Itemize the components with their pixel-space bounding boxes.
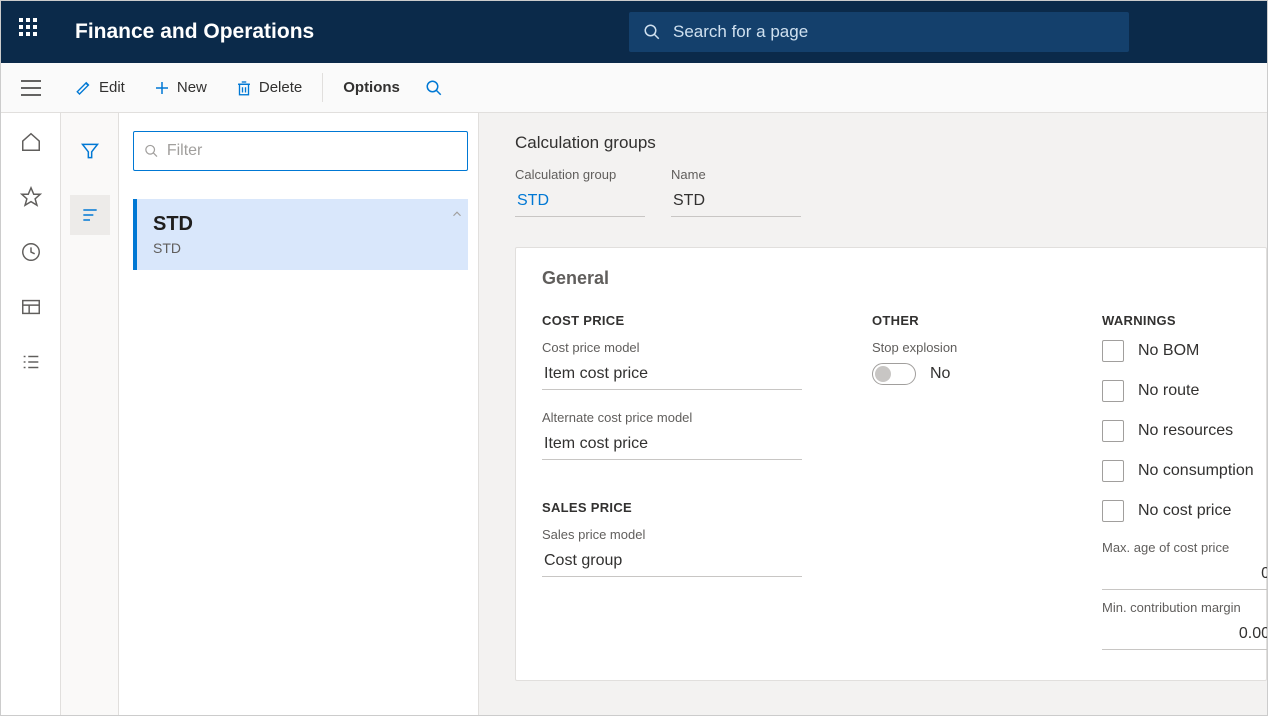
no-cost-price-checkbox[interactable]: No cost price [1102,500,1267,522]
hamburger-icon[interactable] [1,63,61,112]
alternate-cost-label: Alternate cost price model [542,410,802,425]
warnings-heading: WARNINGS [1102,313,1267,328]
search-icon [643,23,661,41]
new-button[interactable]: New [139,63,221,112]
other-heading: OTHER [872,313,1032,328]
modules-icon[interactable] [20,351,42,376]
min-margin-label: Min. contribution margin [1102,600,1267,615]
alternate-cost-value[interactable]: Item cost price [542,431,802,460]
filter-pane-icon[interactable] [70,131,110,171]
general-card: General COST PRICE Cost price model Item… [515,247,1267,681]
list-filter[interactable] [133,131,468,171]
min-margin-value[interactable]: 0.00 [1102,621,1267,650]
left-rail [1,113,61,715]
list-items: STD STD [133,199,468,715]
stop-explosion-toggle[interactable] [872,363,916,385]
cost-price-model-value[interactable]: Item cost price [542,361,802,390]
action-bar: Edit New Delete Options [1,63,1267,113]
global-search[interactable] [629,12,1129,52]
no-resources-label: No resources [1138,422,1233,440]
search-icon [425,79,443,97]
global-search-input[interactable] [673,22,1115,42]
app-launcher-icon[interactable] [19,18,47,46]
list-item-secondary: STD [153,240,452,256]
header-fields: Calculation group STD Name STD [515,167,1267,217]
max-age-value[interactable]: 0 [1102,561,1267,590]
main: STD STD Calculation groups Calculation g… [1,113,1267,715]
search-icon [144,143,159,159]
list-view-icon[interactable] [70,195,110,235]
edit-label: Edit [99,79,125,96]
list-item[interactable]: STD STD [133,199,468,270]
chevron-up-icon[interactable] [450,207,464,224]
min-margin-field: Min. contribution margin 0.00 [1102,600,1267,650]
no-consumption-checkbox[interactable]: No consumption [1102,460,1267,482]
delete-button[interactable]: Delete [221,63,316,112]
top-nav: Finance and Operations [1,1,1267,63]
no-cost-price-label: No cost price [1138,502,1231,520]
list-panel: STD STD [119,113,479,715]
general-heading: General [542,268,1240,289]
app-title: Finance and Operations [75,20,314,44]
workspaces-icon[interactable] [20,296,42,321]
options-label: Options [343,79,400,96]
max-age-field: Max. age of cost price 0 [1102,540,1267,590]
recent-icon[interactable] [20,241,42,266]
cost-price-model-label: Cost price model [542,340,802,355]
stop-explosion-label: Stop explosion [872,340,1032,355]
name-label: Name [671,167,801,182]
toolbar-divider [322,73,323,102]
page-search-button[interactable] [414,63,454,112]
no-route-label: No route [1138,382,1199,400]
sales-price-model-value[interactable]: Cost group [542,548,802,577]
new-label: New [177,79,207,96]
cost-price-model-field: Cost price model Item cost price [542,340,802,390]
list-item-primary: STD [153,213,452,236]
no-bom-label: No BOM [1138,342,1199,360]
cost-sales-column: COST PRICE Cost price model Item cost pr… [542,313,802,650]
name-value[interactable]: STD [671,188,801,217]
cost-price-heading: COST PRICE [542,313,802,328]
name-field: Name STD [671,167,801,217]
sales-price-heading: SALES PRICE [542,500,802,515]
calc-group-field: Calculation group STD [515,167,645,217]
sales-price-model-label: Sales price model [542,527,802,542]
list-filter-input[interactable] [167,142,457,160]
home-icon[interactable] [20,131,42,156]
list-mode-column [61,113,119,715]
stop-explosion-value: No [930,365,950,383]
no-route-checkbox[interactable]: No route [1102,380,1267,402]
page-title: Calculation groups [515,133,1267,153]
max-age-label: Max. age of cost price [1102,540,1267,555]
other-column: OTHER Stop explosion No [872,313,1032,650]
calc-group-label: Calculation group [515,167,645,182]
sales-price-model-field: Sales price model Cost group [542,527,802,577]
edit-button[interactable]: Edit [61,63,139,112]
alternate-cost-price-field: Alternate cost price model Item cost pri… [542,410,802,460]
delete-label: Delete [259,79,302,96]
no-resources-checkbox[interactable]: No resources [1102,420,1267,442]
warnings-column: WARNINGS No BOM No route No resources No… [1102,313,1267,650]
calc-group-value[interactable]: STD [515,188,645,217]
detail-pane: Calculation groups Calculation group STD… [479,113,1267,715]
options-button[interactable]: Options [329,63,414,112]
favorites-icon[interactable] [20,186,42,211]
no-consumption-label: No consumption [1138,462,1254,480]
no-bom-checkbox[interactable]: No BOM [1102,340,1267,362]
